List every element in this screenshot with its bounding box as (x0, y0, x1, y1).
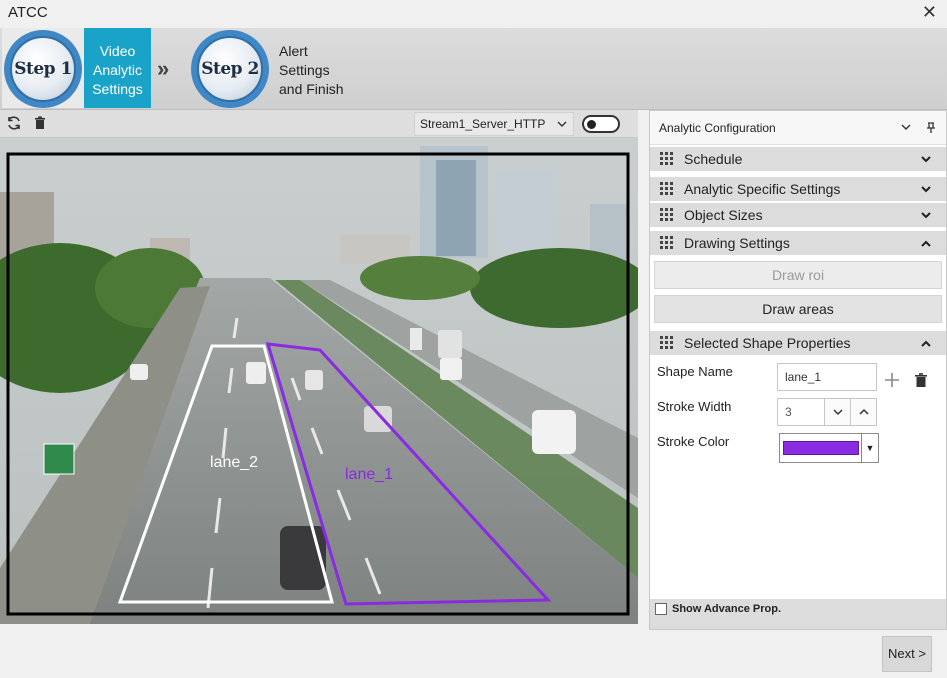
chevron-up-icon[interactable] (850, 398, 877, 426)
chevron-up-icon (920, 331, 932, 363)
wizard-steps: Step 1 Video Analytic Settings » Step 2 … (0, 28, 947, 110)
stroke-color-picker[interactable]: ▼ (779, 433, 879, 463)
step-2-label-line: Settings (279, 62, 330, 78)
section-label: Schedule (684, 151, 743, 167)
step-1-label-line: Video (99, 43, 136, 59)
stream-toggle[interactable] (582, 115, 620, 133)
stroke-width-stepper[interactable]: 3 (777, 398, 877, 426)
section-label: Selected Shape Properties (684, 335, 851, 351)
show-advance-label: Show Advance Prop. (672, 603, 782, 615)
section-drawing-settings[interactable]: Drawing Settings (650, 231, 946, 255)
step-1-label-line: Settings (92, 81, 143, 97)
shape-name-label: Shape Name (657, 364, 733, 379)
step-separator-icon: » (157, 56, 170, 81)
step-2-badge-text: Step 2 (197, 36, 263, 102)
stroke-width-label: Stroke Width (657, 399, 732, 414)
step-2-label[interactable]: Alert Settings and Finish (279, 42, 359, 99)
color-swatch (783, 441, 859, 455)
step-2-label-line: and Finish (279, 81, 344, 97)
title-bar: ATCC ✕ (0, 0, 947, 28)
draw-areas-button[interactable]: Draw areas (654, 295, 942, 323)
grip-icon (660, 336, 674, 350)
chevron-down-icon[interactable] (824, 399, 850, 425)
analytic-config-panel: Analytic Configuration Schedule Analytic… (649, 110, 947, 630)
video-preview[interactable]: lane_2 lane_1 (0, 138, 638, 624)
grip-icon (660, 182, 674, 196)
shape-name-input[interactable]: lane_1 (777, 363, 877, 391)
lane-2-label: lane_2 (210, 454, 258, 471)
panel-title: Analytic Configuration (659, 121, 776, 135)
section-schedule[interactable]: Schedule (650, 147, 946, 171)
step-2-badge[interactable]: Step 2 (189, 30, 269, 108)
section-shape-properties[interactable]: Selected Shape Properties (650, 331, 946, 355)
trash-icon[interactable] (32, 115, 48, 131)
close-icon[interactable]: ✕ (922, 2, 937, 23)
stream-select[interactable]: Stream1_Server_HTTP (414, 112, 574, 136)
draw-roi-button[interactable]: Draw roi (654, 261, 942, 289)
step-1-badge[interactable]: Step 1 (2, 30, 82, 108)
step-1-label[interactable]: Video Analytic Settings (84, 28, 151, 108)
stream-select-value: Stream1_Server_HTTP (420, 117, 546, 131)
advance-props-bar: Show Advance Prop. (650, 599, 946, 629)
grip-icon (660, 236, 674, 250)
show-advance-checkbox[interactable] (655, 603, 667, 615)
section-label: Drawing Settings (684, 235, 790, 251)
grip-icon (660, 152, 674, 166)
section-label: Analytic Specific Settings (684, 181, 841, 197)
grip-icon (660, 208, 674, 222)
window-title: ATCC (8, 4, 48, 21)
video-toolbar: Stream1_Server_HTTP (0, 110, 638, 138)
caret-down-icon[interactable]: ▼ (861, 434, 878, 462)
next-button[interactable]: Next > (882, 636, 932, 672)
step-1-label-line: Analytic (92, 62, 143, 78)
lane-1-label: lane_1 (345, 466, 393, 483)
panel-header: Analytic Configuration (650, 111, 946, 145)
stroke-color-label: Stroke Color (657, 434, 730, 449)
refresh-icon[interactable] (6, 115, 22, 131)
chevron-down-icon (920, 147, 932, 179)
stroke-width-value: 3 (785, 405, 792, 419)
chevron-up-icon (920, 231, 932, 263)
section-analytic-specific[interactable]: Analytic Specific Settings (650, 177, 946, 201)
step-2-label-line: Alert (279, 43, 308, 59)
step-1-badge-text: Step 1 (10, 36, 76, 102)
section-object-sizes[interactable]: Object Sizes (650, 203, 946, 227)
add-icon[interactable] (883, 369, 901, 395)
trash-icon[interactable] (913, 372, 929, 388)
section-label: Object Sizes (684, 207, 763, 223)
